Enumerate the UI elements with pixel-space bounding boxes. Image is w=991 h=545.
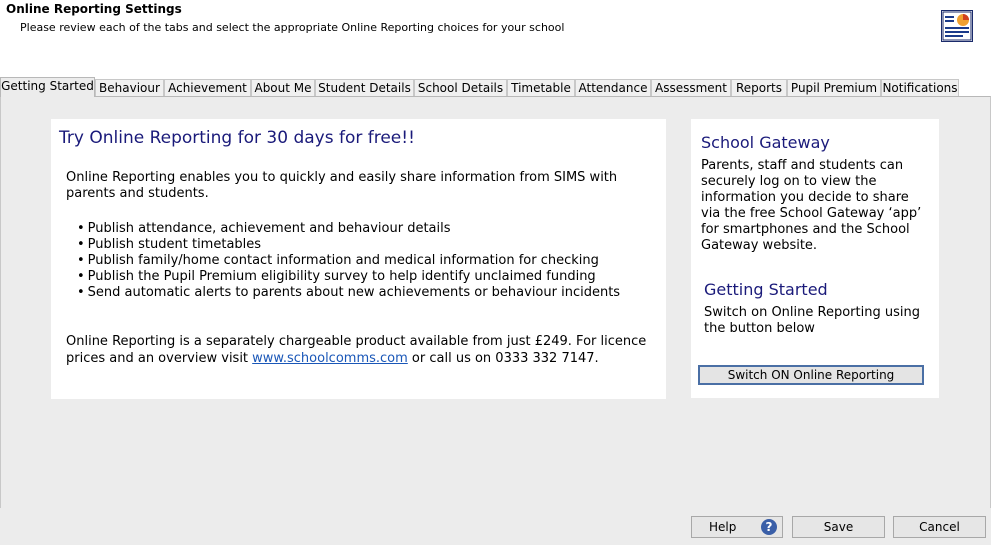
- promo-intro: Online Reporting enables you to quickly …: [66, 170, 618, 201]
- tab-getting-started[interactable]: Getting Started: [0, 77, 95, 97]
- tab-school-details[interactable]: School Details: [414, 79, 507, 96]
- getting-started-title: Getting Started: [704, 280, 828, 299]
- report-settings-icon: [941, 10, 973, 42]
- pricing-text: Online Reporting is a separately chargea…: [66, 333, 661, 367]
- tab-about-me[interactable]: About Me: [251, 79, 315, 96]
- list-item: Publish family/home contact information …: [77, 253, 620, 269]
- tab-attendance[interactable]: Attendance: [575, 79, 651, 96]
- footer: Help? Save Cancel: [0, 508, 991, 545]
- info-card: School Gateway Parents, staff and studen…: [691, 119, 939, 398]
- page-subtitle: Please review each of the tabs and selec…: [20, 21, 565, 34]
- pricing-post: or call us on 0333 332 7147.: [407, 351, 599, 366]
- help-icon: ?: [761, 519, 777, 535]
- tab-bar: Getting Started Behaviour Achievement Ab…: [0, 77, 991, 97]
- page-title: Online Reporting Settings: [6, 2, 182, 16]
- list-item: Publish student timetables: [77, 237, 620, 253]
- schoolcomms-link[interactable]: www.schoolcomms.com: [252, 351, 408, 366]
- header: Online Reporting Settings Please review …: [0, 0, 991, 68]
- feature-list: Publish attendance, achievement and beha…: [77, 221, 620, 301]
- promo-title: Try Online Reporting for 30 days for fre…: [59, 128, 415, 148]
- promo-card: Try Online Reporting for 30 days for fre…: [51, 119, 666, 399]
- save-button[interactable]: Save: [792, 516, 885, 538]
- tab-achievement[interactable]: Achievement: [164, 79, 251, 96]
- list-item: Send automatic alerts to parents about n…: [77, 285, 620, 301]
- tab-student-details[interactable]: Student Details: [315, 79, 414, 96]
- switch-on-online-reporting-button[interactable]: Switch ON Online Reporting: [698, 365, 924, 385]
- gateway-text: Parents, staff and students can securely…: [701, 158, 922, 253]
- tab-behaviour[interactable]: Behaviour: [95, 79, 164, 96]
- tab-timetable[interactable]: Timetable: [507, 79, 575, 96]
- tab-pupil-premium[interactable]: Pupil Premium: [787, 79, 881, 96]
- list-item: Publish the Pupil Premium eligibility su…: [77, 269, 620, 285]
- help-label: Help: [709, 520, 737, 534]
- getting-started-text: Switch on Online Reporting using the but…: [704, 305, 920, 336]
- list-item: Publish attendance, achievement and beha…: [77, 221, 620, 237]
- cancel-button[interactable]: Cancel: [893, 516, 986, 538]
- tab-notifications[interactable]: Notifications: [881, 79, 959, 96]
- tab-assessment[interactable]: Assessment: [651, 79, 731, 96]
- gateway-title: School Gateway: [701, 133, 830, 152]
- help-button[interactable]: Help?: [691, 516, 783, 538]
- tab-content-panel: Try Online Reporting for 30 days for fre…: [0, 96, 991, 509]
- tab-reports[interactable]: Reports: [731, 79, 787, 96]
